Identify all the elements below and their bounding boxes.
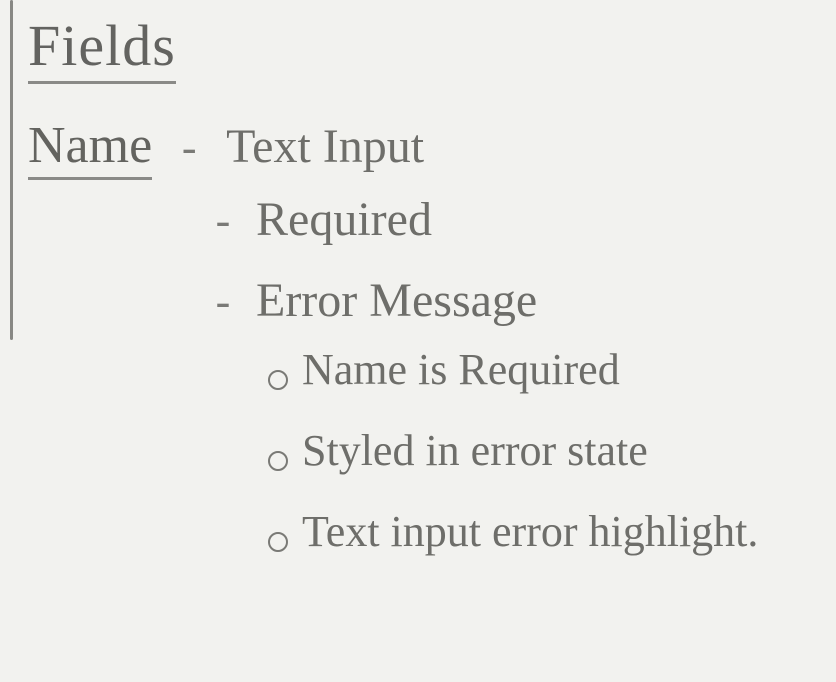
error-item-text: Text input error highlight. <box>302 504 758 559</box>
error-item-row: Name is Required <box>268 342 836 397</box>
dash-icon: - <box>174 122 204 173</box>
field-row: Name - Text Input <box>28 116 836 180</box>
error-item-text: Styled in error state <box>302 423 648 478</box>
circle-bullet-icon <box>268 451 288 471</box>
field-attribute: Text Input <box>226 119 424 174</box>
error-item-row: Styled in error state <box>268 423 836 478</box>
circle-bullet-icon <box>268 532 288 552</box>
field-attribute-row: - Required <box>208 192 836 247</box>
error-item-text: Name is Required <box>302 342 620 397</box>
dash-icon: - <box>208 276 238 327</box>
error-section-label: Error Message <box>256 273 537 328</box>
notes-content: Fields Name - Text Input - Required - Er… <box>0 0 836 559</box>
dash-icon: - <box>208 195 238 246</box>
circle-bullet-icon <box>268 370 288 390</box>
field-attribute: Required <box>256 192 432 247</box>
field-name-label: Name <box>28 116 152 180</box>
error-section-row: - Error Message <box>208 273 836 328</box>
section-heading: Fields <box>28 12 176 84</box>
error-item-row: Text input error highlight. <box>268 504 836 559</box>
